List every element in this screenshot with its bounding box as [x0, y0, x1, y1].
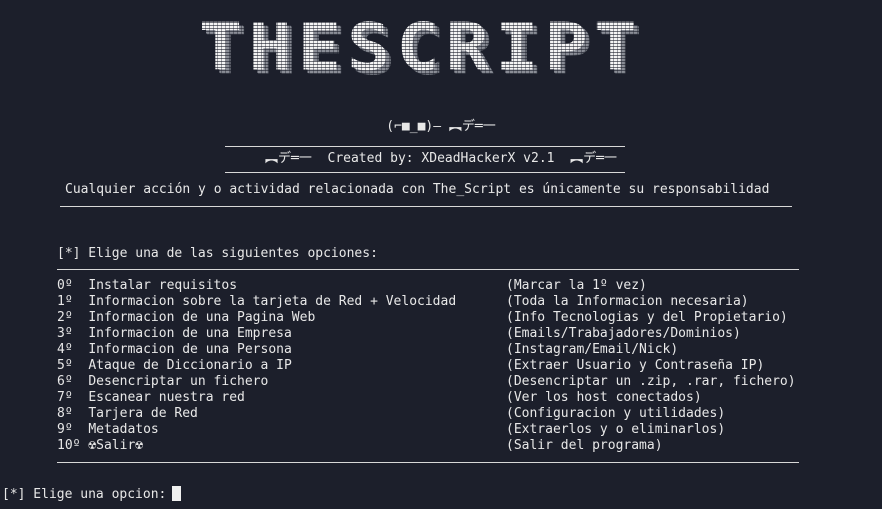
- option-label: Tarjera de Red: [88, 406, 198, 421]
- menu-option-8[interactable]: 8º Tarjera de Red: [57, 406, 198, 422]
- menu-option-4[interactable]: 4º Informacion de una Persona: [57, 342, 292, 358]
- menu-top-rule: [57, 269, 799, 270]
- menu-option-1[interactable]: 1º Informacion sobre la tarjeta de Red +…: [57, 294, 456, 310]
- credits-bottom-rule: [225, 172, 625, 173]
- option-number: 7º: [57, 390, 73, 405]
- gun-right-icon: ︻デ═一: [570, 151, 617, 166]
- option-desc: (Extraer Usuario y Contraseña IP): [506, 358, 765, 373]
- option-desc: (Extraerlos y o eliminarlos): [506, 422, 726, 437]
- option-label: Informacion de una Empresa: [88, 326, 292, 341]
- option-number: 8º: [57, 406, 73, 421]
- option-desc: (Info Tecnologias y del Propietario): [506, 310, 788, 325]
- disclaimer-text: Cualquier acción y o actividad relaciona…: [65, 182, 770, 197]
- terminal-window: THESCRIPT (⌐■_■)– ︻デ═一 ︻デ═一 Created by: …: [0, 0, 882, 509]
- banner-face: (⌐■_■)– ︻デ═一: [386, 119, 496, 134]
- option-input[interactable]: [*] Elige una opcion:: [2, 486, 182, 503]
- banner-title: THESCRIPT: [198, 9, 644, 85]
- text-cursor: [172, 486, 182, 501]
- menu-option-9[interactable]: 9º Metadatos: [57, 422, 159, 438]
- menu-option-7[interactable]: 7º Escanear nuestra red: [57, 390, 245, 406]
- option-label: Informacion de una Pagina Web: [88, 310, 316, 325]
- credits-top-rule: [225, 146, 625, 147]
- credits-text: Created by: XDeadHackerX v2.1: [327, 151, 555, 166]
- option-desc: (Desencriptar un .zip, .rar, fichero): [506, 374, 796, 389]
- disclaimer-rule: [60, 206, 792, 207]
- option-label: Ataque de Diccionario a IP: [88, 358, 292, 373]
- option-desc: (Salir del programa): [506, 438, 663, 453]
- option-label: Informacion sobre la tarjeta de Red + Ve…: [88, 294, 457, 309]
- option-label: ☢Salir☢: [88, 438, 144, 453]
- ascii-banner: THESCRIPT: [145, 2, 697, 104]
- option-number: 6º: [57, 374, 73, 389]
- option-desc: (Marcar la 1º vez): [506, 278, 647, 293]
- option-number: 5º: [57, 358, 73, 373]
- menu-option-3[interactable]: 3º Informacion de una Empresa: [57, 326, 292, 342]
- option-desc: (Toda la Informacion necesaria): [506, 294, 749, 309]
- option-desc: (Instagram/Email/Nick): [506, 342, 679, 357]
- menu-option-2[interactable]: 2º Informacion de una Pagina Web: [57, 310, 315, 326]
- option-number: 10º: [57, 438, 81, 453]
- gun-left-icon: ︻デ═一: [265, 151, 312, 166]
- option-number: 2º: [57, 310, 73, 325]
- menu-option-10[interactable]: 10º ☢Salir☢: [57, 438, 143, 454]
- menu-bottom-rule: [57, 462, 799, 463]
- option-label: Desencriptar un fichero: [88, 374, 269, 389]
- option-number: 9º: [57, 422, 73, 437]
- option-number: 4º: [57, 342, 73, 357]
- option-desc: (Configuracion y utilidades): [506, 406, 726, 421]
- option-number: 1º: [57, 294, 73, 309]
- option-label: Informacion de una Persona: [88, 342, 292, 357]
- option-label: Metadatos: [88, 422, 159, 437]
- option-number: 0º: [57, 278, 73, 293]
- input-prompt: [*] Elige una opcion:: [2, 487, 167, 502]
- menu-prompt: [*] Elige una de las siguientes opciones…: [57, 246, 378, 261]
- option-desc: (Emails/Trabajadores/Dominios): [506, 326, 741, 341]
- menu-option-5[interactable]: 5º Ataque de Diccionario a IP: [57, 358, 292, 374]
- option-number: 3º: [57, 326, 73, 341]
- menu-option-6[interactable]: 6º Desencriptar un fichero: [57, 374, 268, 390]
- option-label: Instalar requisitos: [88, 278, 238, 293]
- option-desc: (Ver los host conectados): [506, 390, 702, 405]
- menu-option-0[interactable]: 0º Instalar requisitos: [57, 278, 237, 294]
- option-label: Escanear nuestra red: [88, 390, 245, 405]
- credits-line: ︻デ═一 Created by: XDeadHackerX v2.1 ︻デ═一: [0, 151, 882, 167]
